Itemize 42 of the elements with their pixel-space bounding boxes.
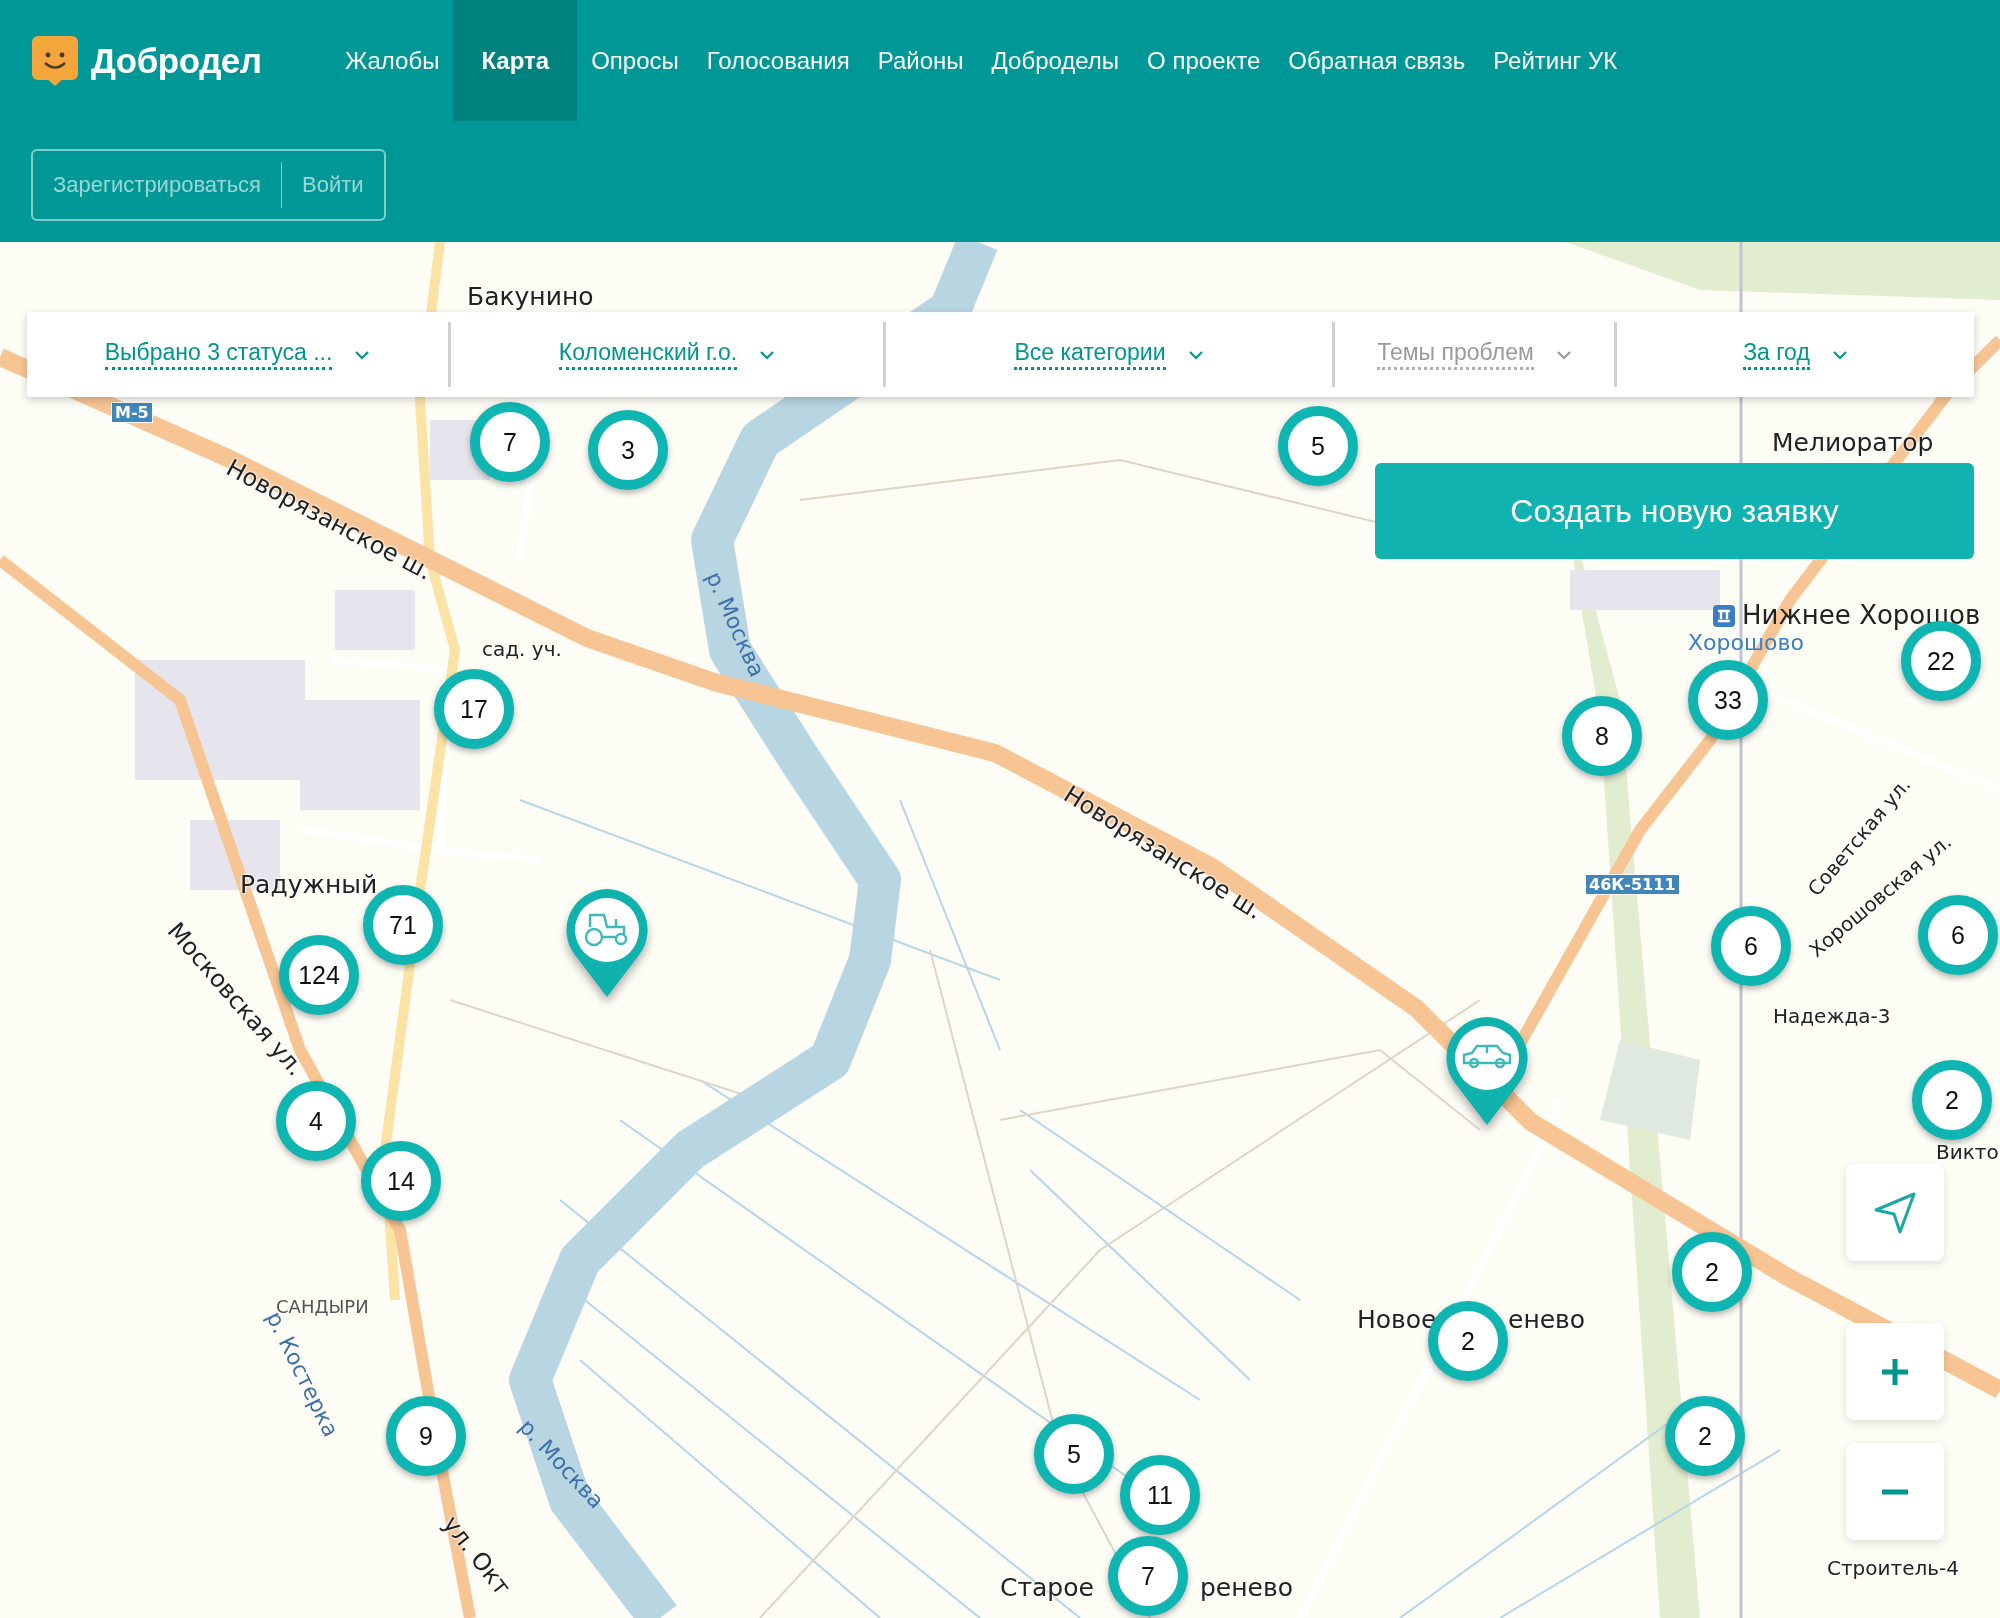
nav-link[interactable]: Районы — [863, 0, 978, 121]
place-label: Строитель-4 — [1827, 1557, 1959, 1579]
station-label: Хорошово — [1688, 630, 1804, 657]
nav-link[interactable]: Доброделы — [977, 0, 1134, 121]
nav-link[interactable]: Голосования — [692, 0, 864, 121]
car-icon — [1462, 1044, 1512, 1069]
train-icon — [1712, 603, 1736, 628]
place-label: енево — [1508, 1305, 1586, 1335]
chevron-down-icon — [1831, 349, 1848, 360]
zoom-in-button[interactable] — [1846, 1323, 1944, 1420]
logo-text[interactable]: Добродел — [91, 40, 262, 81]
chevron-down-icon — [1187, 349, 1204, 360]
place-label: Надежда-3 — [1773, 1005, 1891, 1027]
place-label: сад. уч. — [482, 638, 562, 660]
place-label: Викто — [1936, 1141, 1999, 1163]
nav-link[interactable]: Карта — [453, 0, 578, 121]
map-pin[interactable] — [1444, 1015, 1530, 1127]
chevron-down-icon — [1555, 349, 1572, 360]
nav-link[interactable]: Обратная связь — [1274, 0, 1480, 121]
chevron-down-icon — [759, 349, 776, 360]
tractor-icon — [584, 913, 628, 947]
road-number-sign: 46К-5111 — [1585, 874, 1680, 896]
filter-dropdown[interactable]: Коломенский г.о. — [552, 338, 782, 371]
map-pin[interactable] — [564, 887, 650, 999]
filter-dropdown[interactable]: Все категории — [1008, 338, 1210, 371]
chevron-down-icon — [354, 349, 371, 360]
place-label: Мелиоратор — [1772, 428, 1934, 458]
nav-link[interactable]: Рейтинг УК — [1479, 0, 1632, 121]
nav-link[interactable]: Жалобы — [331, 0, 454, 121]
place-label: Бакунино — [467, 282, 594, 312]
filter-dropdown[interactable]: За год — [1737, 338, 1854, 371]
nav-link[interactable]: О проекте — [1133, 0, 1275, 121]
plus-icon — [1880, 1356, 1910, 1387]
place-label: Старое — [1000, 1573, 1094, 1603]
nav-link[interactable]: Опросы — [577, 0, 693, 121]
minus-icon — [1880, 1487, 1910, 1496]
road-number-sign: М-5 — [111, 402, 153, 424]
smiley-logo-icon — [31, 34, 79, 87]
filter-dropdown[interactable]: Выбрано 3 статуса ... — [98, 338, 377, 371]
road-label: ул. Окт — [436, 1510, 517, 1601]
locate-button[interactable] — [1846, 1164, 1944, 1261]
place-label: ренево — [1200, 1573, 1293, 1603]
